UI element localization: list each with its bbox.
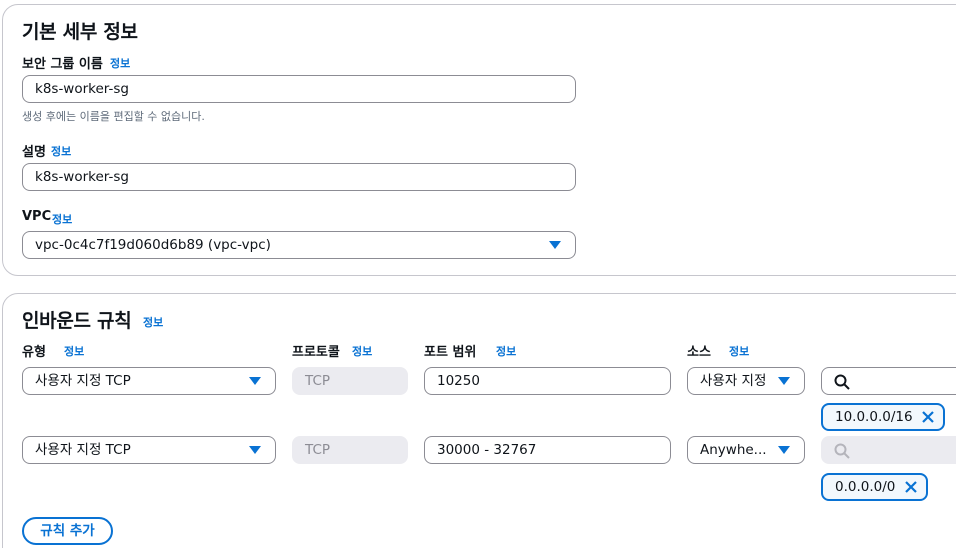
description-label: 설명 [22, 145, 46, 160]
rule-2-cidr-token: 0.0.0.0/0 [821, 473, 928, 501]
description-input[interactable]: k8s-worker-sg [22, 163, 576, 191]
col-source-label: 소스 [687, 345, 711, 360]
description-info-link[interactable]: 정보 [51, 143, 71, 159]
vpc-select[interactable]: vpc-0c4c7f19d060d6b89 (vpc-vpc) [22, 231, 576, 259]
basic-details-title: 기본 세부 정보 [22, 21, 138, 43]
rule-2-cidr-value: 0.0.0.0/0 [835, 479, 896, 495]
caret-down-icon [778, 377, 790, 385]
col-type-info-link[interactable]: 정보 [64, 343, 84, 359]
vpc-label: VPC [22, 209, 52, 224]
sg-name-input[interactable]: k8s-worker-sg [22, 75, 576, 103]
inbound-rules-panel [2, 293, 956, 548]
rule-2-type-select[interactable]: 사용자 지정 TCP [22, 436, 276, 464]
sg-name-info-link[interactable]: 정보 [110, 55, 130, 71]
search-icon [834, 443, 850, 459]
rule-2-type-value: 사용자 지정 TCP [35, 442, 131, 458]
caret-down-icon [249, 377, 261, 385]
search-icon [834, 374, 850, 390]
vpc-select-value: vpc-0c4c7f19d060d6b89 (vpc-vpc) [35, 237, 271, 253]
rule-2-port-input[interactable]: 30000 - 32767 [424, 436, 671, 464]
sg-name-label: 보안 그룹 이름 [22, 57, 103, 72]
col-source-info-link[interactable]: 정보 [729, 343, 749, 359]
caret-down-icon [249, 446, 261, 454]
col-port-label: 포트 범위 [424, 345, 477, 360]
close-icon[interactable] [921, 410, 935, 424]
col-type-label: 유형 [22, 345, 46, 360]
col-protocol-label: 프로토콜 [292, 345, 340, 360]
rule-1-type-select[interactable]: 사용자 지정 TCP [22, 367, 276, 395]
rule-1-cidr-token: 10.0.0.0/16 [821, 403, 945, 431]
caret-down-icon [549, 241, 561, 249]
col-protocol-info-link[interactable]: 정보 [352, 343, 372, 359]
rule-1-type-value: 사용자 지정 TCP [35, 373, 131, 389]
rule-1-port-input[interactable]: 10250 [424, 367, 671, 395]
inbound-rules-title: 인바운드 규칙 [22, 310, 132, 332]
rule-1-source-value: 사용자 지정 [700, 373, 767, 389]
add-rule-button[interactable]: 규칙 추가 [22, 517, 113, 545]
rule-1-protocol-field: TCP [292, 367, 408, 395]
col-port-info-link[interactable]: 정보 [496, 343, 516, 359]
close-icon[interactable] [904, 480, 918, 494]
rule-1-source-select[interactable]: 사용자 지정 [687, 367, 805, 395]
rule-2-cidr-search-input [821, 436, 956, 464]
sg-name-hint: 생성 후에는 이름을 편집할 수 없습니다. [22, 110, 205, 123]
rule-2-protocol-field: TCP [292, 436, 408, 464]
inbound-rules-info-link[interactable]: 정보 [143, 314, 163, 330]
rule-2-source-select[interactable]: Anywhe... [687, 436, 805, 464]
rule-1-cidr-value: 10.0.0.0/16 [835, 409, 913, 425]
caret-down-icon [778, 446, 790, 454]
rule-2-source-value: Anywhe... [700, 442, 767, 458]
rule-1-cidr-search-input[interactable] [821, 367, 956, 395]
vpc-info-link[interactable]: 정보 [52, 211, 72, 227]
